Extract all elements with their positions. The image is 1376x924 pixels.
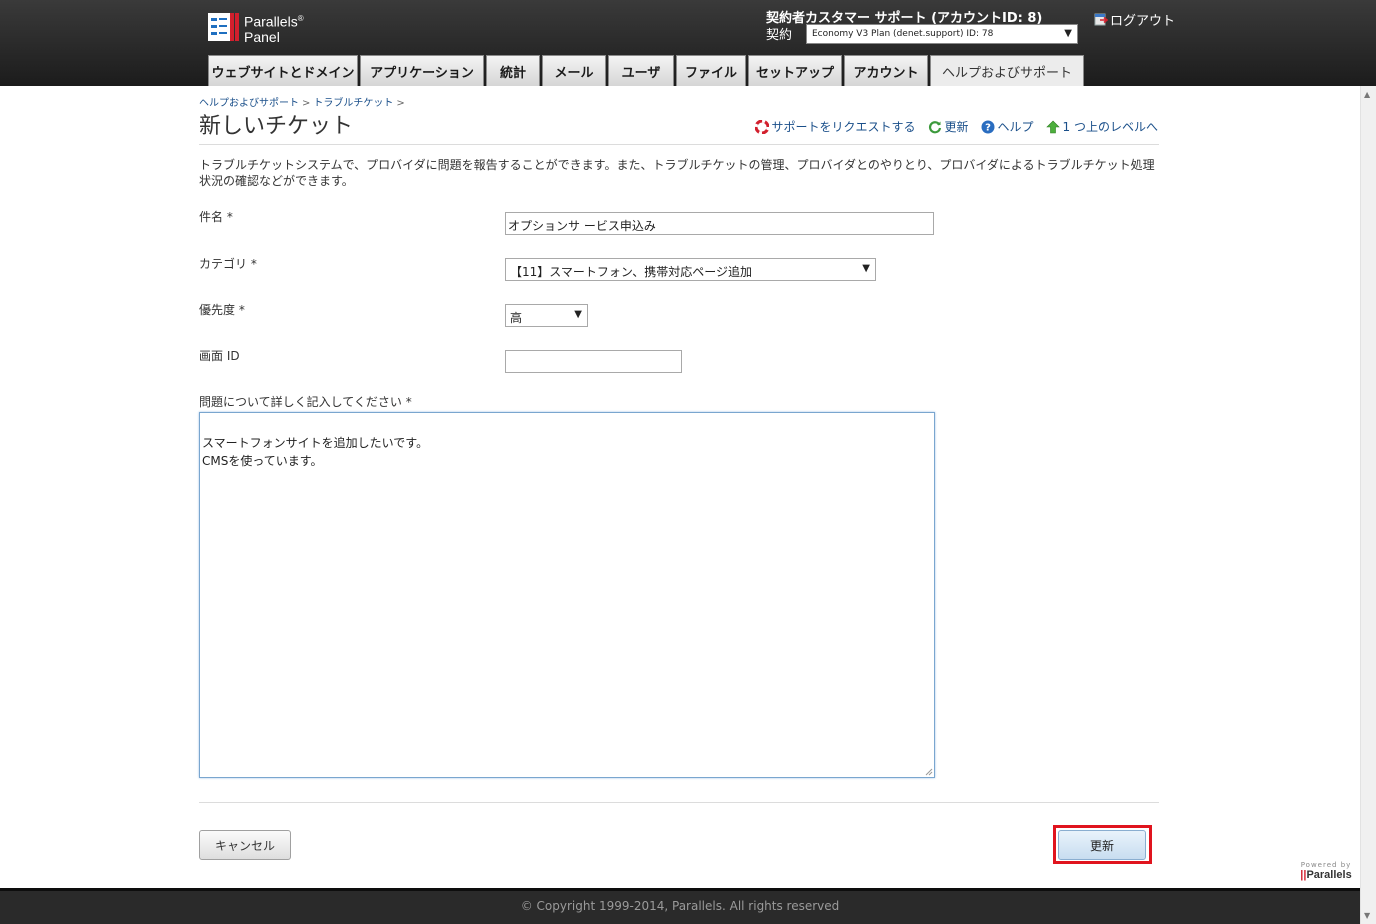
scroll-down-icon[interactable]: ▼ (1364, 911, 1370, 920)
lifebuoy-icon (754, 119, 769, 134)
main-content: ヘルプおよびサポート > トラブルチケット > 新しいチケット サポートをリクエストす… (0, 86, 1360, 888)
tab-mail[interactable]: メール (542, 55, 606, 86)
details-label: 問題について詳しく記入してください * (199, 395, 412, 409)
footer: © Copyright 1999-2014, Parallels. All ri… (0, 888, 1360, 924)
logo-registered-mark: ® (297, 14, 304, 23)
subscription-value: Economy V3 Plan (denet.support) ID: 78 (812, 29, 994, 39)
powered-brand-name: Parallels (1306, 869, 1352, 881)
priority-value: 高 (510, 311, 523, 325)
panel-logo-icon (208, 13, 239, 41)
priority-label: 優先度 * (199, 303, 245, 317)
resize-handle-icon[interactable] (925, 768, 933, 776)
page-title: 新しいチケット (199, 114, 354, 139)
powered-by-parallels: Powered by ||Parallels (1296, 861, 1356, 881)
tab-help-support[interactable]: ヘルプおよびサポート (930, 55, 1084, 86)
title-divider (199, 144, 1159, 145)
powered-by-brand: ||Parallels (1296, 869, 1356, 881)
up-level-label: 1 つ上のレベルへ (1062, 120, 1158, 134)
breadcrumb: ヘルプおよびサポート > トラブルチケット > (199, 94, 408, 109)
subject-label: 件名 * (199, 210, 233, 224)
tab-websites-domains[interactable]: ウェブサイトとドメイン (208, 55, 358, 86)
tab-account[interactable]: アカウント (844, 55, 928, 86)
refresh-label: 更新 (944, 120, 969, 134)
category-value: 【11】スマートフォン、携帯対応ページ追加 (510, 265, 752, 279)
request-support-link[interactable]: サポートをリクエストする (754, 118, 916, 135)
priority-select[interactable]: 高 ▼ (505, 304, 588, 327)
powered-by-text: Powered by (1300, 861, 1352, 869)
tab-users[interactable]: ユーザ (608, 55, 674, 86)
cancel-button[interactable]: キャンセル (199, 830, 291, 860)
help-link[interactable]: ? ヘルプ (981, 118, 1034, 135)
request-support-label: サポートをリクエストする (771, 120, 916, 134)
dropdown-arrow-icon: ▼ (1064, 28, 1072, 39)
logout-link[interactable]: ログアウト (1094, 10, 1175, 29)
logout-label: ログアウト (1110, 14, 1176, 29)
parallels-panel-logo[interactable]: Parallels® Panel (208, 11, 318, 45)
logo-line1: Parallels (244, 13, 298, 30)
intro-text: トラブルチケットシステムで、プロバイダに問題を報告することができます。また、トラ… (199, 158, 1155, 188)
refresh-link[interactable]: 更新 (928, 118, 969, 135)
scroll-up-icon[interactable]: ▲ (1364, 90, 1370, 99)
subscription-label: 契約 (766, 28, 793, 43)
category-label: カテゴリ * (199, 257, 257, 271)
refresh-icon (928, 120, 941, 133)
tab-files[interactable]: ファイル (676, 55, 746, 86)
page-actions: サポートをリクエストする 更新 ? ヘルプ 1 つ上のレベルへ (754, 118, 1158, 135)
tab-setup[interactable]: セットアップ (748, 55, 842, 86)
subscription-select[interactable]: Economy V3 Plan (denet.support) ID: 78 ▼ (806, 24, 1078, 44)
details-textarea[interactable]: スマートフォンサイトを追加したいです。 CMSを使っています。 (199, 412, 935, 778)
svg-text:?: ? (985, 122, 991, 133)
logo-line2: Panel (244, 28, 280, 45)
screen-id-label: 画面 ID (199, 349, 240, 363)
logout-icon (1094, 13, 1108, 26)
help-icon: ? (981, 120, 995, 133)
dropdown-arrow-icon: ▼ (862, 263, 870, 274)
page-scrollbar[interactable]: ▲ ▼ (1360, 86, 1376, 924)
help-label: ヘルプ (997, 120, 1034, 134)
form-divider (199, 802, 1159, 803)
tab-statistics[interactable]: 統計 (486, 55, 540, 86)
copyright-text: © Copyright 1999-2014, Parallels. All ri… (520, 899, 840, 913)
details-value: スマートフォンサイトを追加したいです。 CMSを使っています。 (202, 436, 429, 468)
logo-text: Parallels® Panel (244, 11, 304, 45)
main-tabs: ウェブサイトとドメイン アプリケーション 統計 メール ユーザ ファイル セット… (208, 55, 1086, 86)
update-button[interactable]: 更新 (1058, 830, 1146, 860)
up-level-icon (1045, 120, 1060, 133)
breadcrumb-separator: > (396, 98, 405, 109)
dropdown-arrow-icon: ▼ (574, 309, 582, 320)
up-level-link[interactable]: 1 つ上のレベルへ (1045, 118, 1158, 135)
top-header: Parallels® Panel 契約者カスタマー サポート (アカウントID:… (0, 0, 1376, 86)
tab-applications[interactable]: アプリケーション (360, 55, 484, 86)
subject-input[interactable]: オプションサ ービス申込み (505, 212, 934, 235)
screen-id-input[interactable] (505, 350, 682, 373)
category-select[interactable]: 【11】スマートフォン、携帯対応ページ追加 ▼ (505, 258, 876, 281)
